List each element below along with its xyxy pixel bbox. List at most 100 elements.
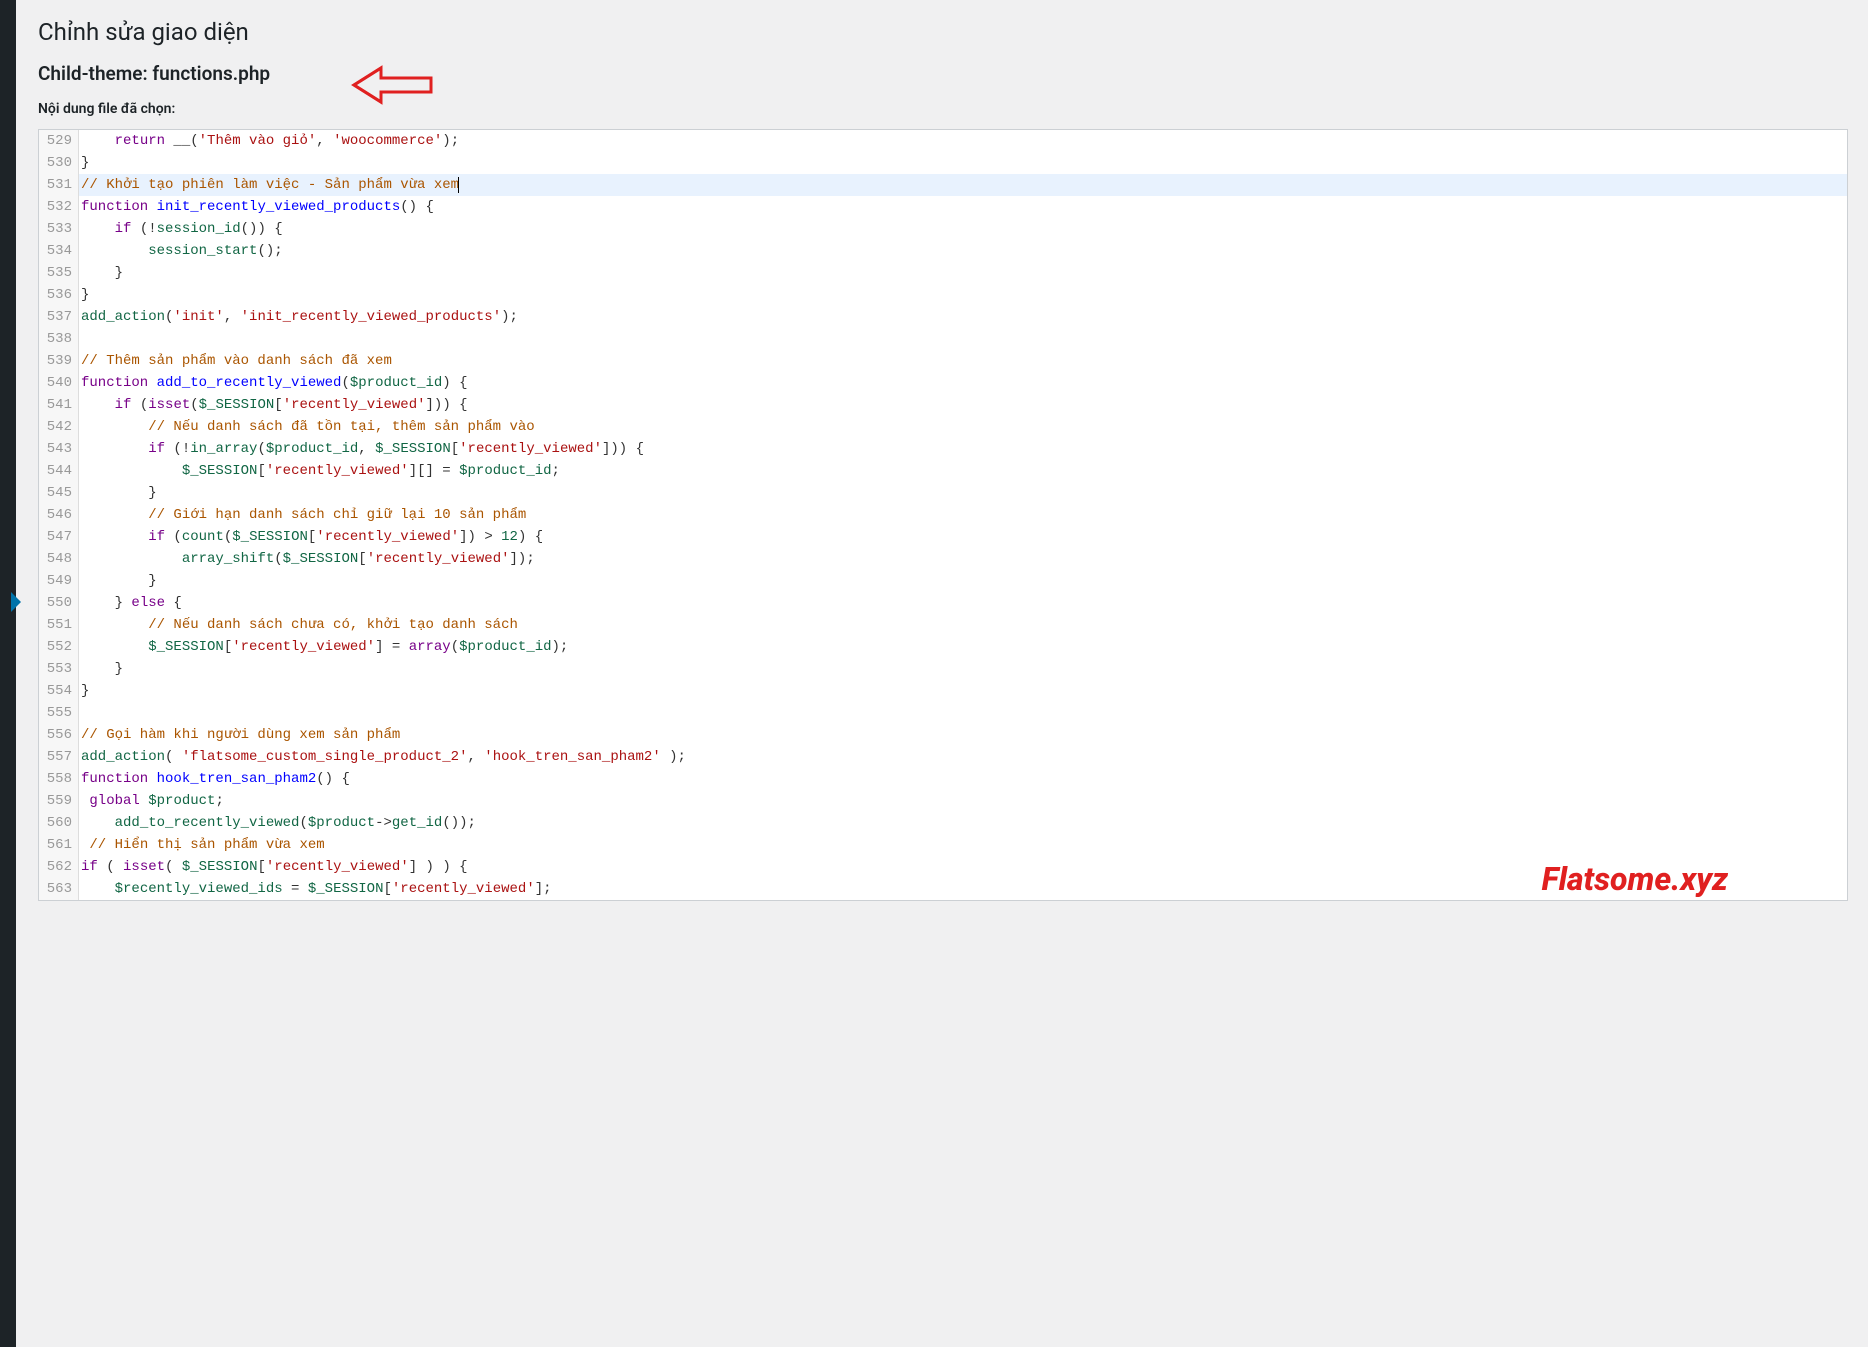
arrow-left-icon [346, 58, 436, 114]
code-content[interactable]: // Thêm sản phẩm vào danh sách đã xem [79, 350, 392, 372]
code-line[interactable]: 548 array_shift($_SESSION['recently_view… [39, 548, 1847, 570]
line-number: 558 [39, 768, 79, 790]
code-line[interactable]: 533 if (!session_id()) { [39, 218, 1847, 240]
line-number: 553 [39, 658, 79, 680]
code-line[interactable]: 551 // Nếu danh sách chưa có, khởi tạo d… [39, 614, 1847, 636]
code-content[interactable]: } [79, 284, 89, 306]
line-number: 554 [39, 680, 79, 702]
code-content[interactable]: if (!in_array($product_id, $_SESSION['re… [79, 438, 644, 460]
code-line[interactable]: 550 } else { [39, 592, 1847, 614]
line-number: 560 [39, 812, 79, 834]
line-number: 555 [39, 702, 79, 724]
code-content[interactable]: if (isset($_SESSION['recently_viewed']))… [79, 394, 468, 416]
code-content[interactable]: // Nếu danh sách chưa có, khởi tạo danh … [79, 614, 518, 636]
code-content[interactable]: session_start(); [79, 240, 283, 262]
line-number: 533 [39, 218, 79, 240]
code-content[interactable]: } [79, 262, 123, 284]
code-content[interactable]: return __('Thêm vào giỏ', 'woocommerce')… [79, 130, 459, 152]
code-line[interactable]: 529 return __('Thêm vào giỏ', 'woocommer… [39, 130, 1847, 152]
code-content[interactable]: if (count($_SESSION['recently_viewed']) … [79, 526, 543, 548]
code-line[interactable]: 541 if (isset($_SESSION['recently_viewed… [39, 394, 1847, 416]
code-content[interactable]: array_shift($_SESSION['recently_viewed']… [79, 548, 535, 570]
file-title: Child-theme: functions.php [38, 54, 1848, 91]
line-number: 539 [39, 350, 79, 372]
code-content[interactable]: add_to_recently_viewed($product->get_id(… [79, 812, 476, 834]
code-content[interactable]: // Giới hạn danh sách chỉ giữ lại 10 sản… [79, 504, 526, 526]
code-content[interactable]: $_SESSION['recently_viewed'][] = $produc… [79, 460, 560, 482]
line-number: 534 [39, 240, 79, 262]
code-editor[interactable]: 529 return __('Thêm vào giỏ', 'woocommer… [38, 129, 1848, 901]
code-line[interactable]: 532function init_recently_viewed_product… [39, 196, 1847, 218]
code-content[interactable]: // Nếu danh sách đã tồn tại, thêm sản ph… [79, 416, 535, 438]
line-number: 543 [39, 438, 79, 460]
line-number: 540 [39, 372, 79, 394]
code-content[interactable]: function hook_tren_san_pham2() { [79, 768, 350, 790]
code-line[interactable]: 543 if (!in_array($product_id, $_SESSION… [39, 438, 1847, 460]
code-line[interactable]: 542 // Nếu danh sách đã tồn tại, thêm sả… [39, 416, 1847, 438]
code-line[interactable]: 552 $_SESSION['recently_viewed'] = array… [39, 636, 1847, 658]
line-number: 535 [39, 262, 79, 284]
code-content[interactable]: } [79, 152, 89, 174]
code-line[interactable]: 536} [39, 284, 1847, 306]
editor-wrap: Chỉnh sửa giao diện Child-theme: functio… [16, 0, 1868, 901]
code-content[interactable]: // Gọi hàm khi người dùng xem sản phẩm [79, 724, 400, 746]
code-content[interactable]: } [79, 680, 89, 702]
code-content[interactable]: function init_recently_viewed_products()… [79, 196, 434, 218]
code-line[interactable]: 559 global $product; [39, 790, 1847, 812]
code-content[interactable] [79, 328, 81, 350]
code-line[interactable]: 539// Thêm sản phẩm vào danh sách đã xem [39, 350, 1847, 372]
line-number: 542 [39, 416, 79, 438]
line-number: 529 [39, 130, 79, 152]
code-line[interactable]: 531// Khởi tạo phiên làm việc - Sản phẩm… [39, 174, 1847, 196]
watermark-text: Flatsome.xyz [1542, 860, 1728, 898]
code-content[interactable]: global $product; [79, 790, 224, 812]
code-line[interactable]: 537add_action('init', 'init_recently_vie… [39, 306, 1847, 328]
line-number: 531 [39, 174, 79, 196]
code-line[interactable]: 538 [39, 328, 1847, 350]
code-content[interactable]: // Khởi tạo phiên làm việc - Sản phẩm vừ… [79, 174, 459, 196]
code-content[interactable]: add_action('init', 'init_recently_viewed… [79, 306, 518, 328]
code-line[interactable]: 535 } [39, 262, 1847, 284]
code-line[interactable]: 544 $_SESSION['recently_viewed'][] = $pr… [39, 460, 1847, 482]
code-line[interactable]: 549 } [39, 570, 1847, 592]
code-content[interactable]: // Hiển thị sản phẩm vừa xem [79, 834, 325, 856]
code-line[interactable]: 530} [39, 152, 1847, 174]
code-line[interactable]: 557add_action( 'flatsome_custom_single_p… [39, 746, 1847, 768]
line-number: 556 [39, 724, 79, 746]
code-content[interactable]: if (!session_id()) { [79, 218, 283, 240]
code-line[interactable]: 560 add_to_recently_viewed($product->get… [39, 812, 1847, 834]
line-number: 561 [39, 834, 79, 856]
code-content[interactable]: $_SESSION['recently_viewed'] = array($pr… [79, 636, 568, 658]
code-content[interactable]: if ( isset( $_SESSION['recently_viewed']… [79, 856, 468, 878]
selected-file-label: Nội dung file đã chọn: [38, 91, 1848, 129]
code-content[interactable] [79, 702, 81, 724]
line-number: 549 [39, 570, 79, 592]
code-content[interactable]: function add_to_recently_viewed($product… [79, 372, 468, 394]
code-content[interactable]: } [79, 482, 157, 504]
code-line[interactable]: 556// Gọi hàm khi người dùng xem sản phẩ… [39, 724, 1847, 746]
code-line[interactable]: 546 // Giới hạn danh sách chỉ giữ lại 10… [39, 504, 1847, 526]
line-number: 552 [39, 636, 79, 658]
admin-sidebar-edge [0, 0, 16, 1347]
line-number: 548 [39, 548, 79, 570]
code-line[interactable]: 553 } [39, 658, 1847, 680]
code-line[interactable]: 545 } [39, 482, 1847, 504]
code-content[interactable]: } else { [79, 592, 182, 614]
code-line[interactable]: 558function hook_tren_san_pham2() { [39, 768, 1847, 790]
line-number: 546 [39, 504, 79, 526]
code-line[interactable]: 540function add_to_recently_viewed($prod… [39, 372, 1847, 394]
code-line[interactable]: 561 // Hiển thị sản phẩm vừa xem [39, 834, 1847, 856]
code-content[interactable]: } [79, 658, 123, 680]
code-line[interactable]: 555 [39, 702, 1847, 724]
line-number: 536 [39, 284, 79, 306]
code-line[interactable]: 534 session_start(); [39, 240, 1847, 262]
code-line[interactable]: 554} [39, 680, 1847, 702]
line-number: 551 [39, 614, 79, 636]
code-content[interactable]: add_action( 'flatsome_custom_single_prod… [79, 746, 686, 768]
line-number: 538 [39, 328, 79, 350]
code-line[interactable]: 547 if (count($_SESSION['recently_viewed… [39, 526, 1847, 548]
code-content[interactable]: $recently_viewed_ids = $_SESSION['recent… [79, 878, 552, 900]
code-content[interactable]: } [79, 570, 157, 592]
line-number: 562 [39, 856, 79, 878]
line-number: 532 [39, 196, 79, 218]
